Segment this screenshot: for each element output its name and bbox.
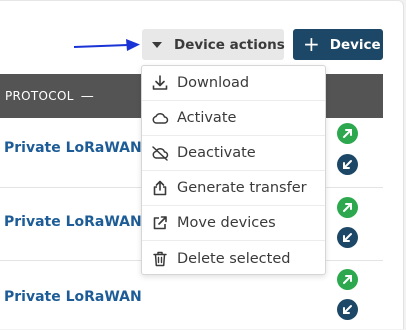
downlink-arrow-icon[interactable] [337,154,358,175]
menu-item-download[interactable]: Download [142,66,325,101]
downlink-arrow-icon[interactable] [337,227,358,248]
add-device-label: Device [329,36,381,53]
download-icon [152,75,168,90]
menu-item-label: Move devices [177,215,276,231]
menu-item-generate-transfer[interactable]: Generate transfer [142,171,325,206]
external-link-icon [153,216,167,230]
trash-icon [153,251,167,266]
menu-item-label: Generate transfer [177,180,307,196]
caret-down-icon [152,42,162,48]
sort-indicator-icon[interactable]: — [81,89,94,104]
plus-icon: + [303,31,320,56]
menu-item-deactivate[interactable]: Deactivate [142,136,325,171]
cloud-off-icon [152,146,169,161]
share-upload-icon [153,180,167,196]
devices-panel: Device actions + Device PROTOCOL — Priva… [0,0,404,329]
column-header-protocol[interactable]: PROTOCOL [5,89,74,103]
device-actions-button[interactable]: Device actions [142,29,285,60]
uplink-arrow-icon[interactable] [337,269,358,290]
protocol-link[interactable]: Private LoRaWAN [4,140,142,156]
uplink-arrow-icon[interactable] [337,123,358,144]
menu-item-label: Download [177,75,250,91]
menu-item-label: Activate [177,110,237,126]
downlink-arrow-icon[interactable] [337,299,358,320]
add-device-button[interactable]: + Device [293,29,383,60]
menu-item-label: Deactivate [177,145,256,161]
device-actions-label: Device actions [174,36,285,53]
menu-item-delete-selected[interactable]: Delete selected [142,241,325,276]
cloud-icon [152,112,169,124]
menu-item-move-devices[interactable]: Move devices [142,206,325,241]
menu-item-activate[interactable]: Activate [142,101,325,136]
protocol-link[interactable]: Private LoRaWAN [4,289,142,305]
menu-item-label: Delete selected [177,250,291,267]
uplink-arrow-icon[interactable] [337,197,358,218]
annotation-arrow-icon [73,39,140,51]
protocol-link[interactable]: Private LoRaWAN [4,214,142,230]
device-actions-menu: Download Activate Deactivate Generate tr… [141,65,326,275]
